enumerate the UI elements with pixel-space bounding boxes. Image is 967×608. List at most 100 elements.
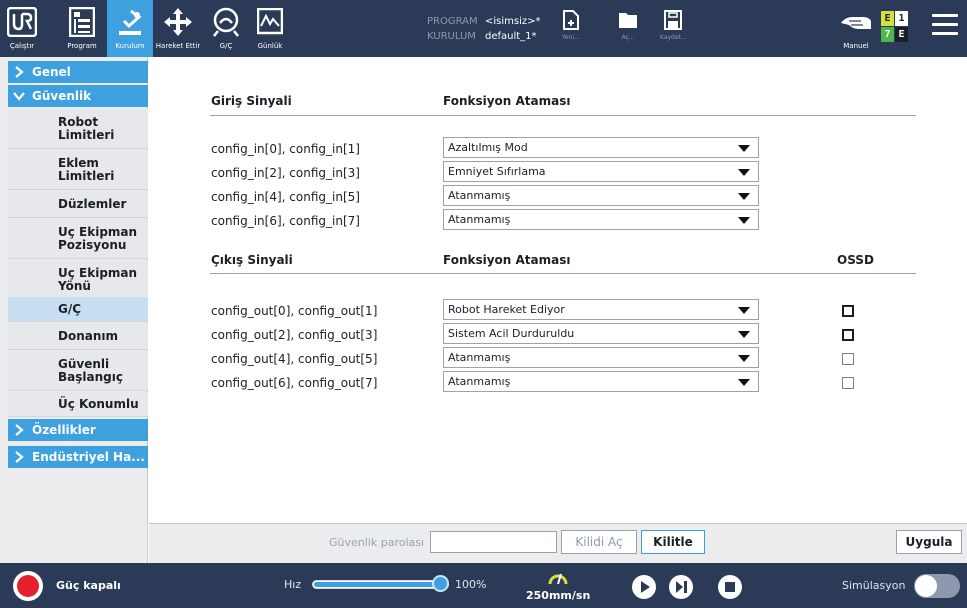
open-button[interactable]: Aç... — [618, 10, 638, 41]
sidebar-item-label: Güvenli Başlangıç — [58, 356, 123, 384]
sidebar-item-joint-limits[interactable]: Eklem Limitleri — [8, 150, 148, 190]
move-icon — [163, 6, 193, 38]
sidebar-item-label: Robot Limitleri — [58, 114, 115, 142]
ossd-header: OSSD — [837, 253, 874, 267]
installation-name: default_1* — [485, 31, 537, 42]
power-status: Güç kapalı — [56, 579, 121, 592]
stop-button[interactable] — [718, 575, 742, 599]
nav-move[interactable]: Hareket Ettir — [153, 0, 203, 57]
sidebar-safety-label: Güvenlik — [32, 89, 92, 103]
sidebar-item-safe-home[interactable]: Güvenli Başlangıç — [8, 351, 148, 391]
select-value: Azaltılmış Mod — [448, 141, 528, 154]
hamburger-menu-icon[interactable] — [932, 14, 958, 38]
sidebar-item-tool-position[interactable]: Uç Ekipman Pozisyonu — [8, 219, 148, 259]
input-function-select[interactable]: Atanmamış — [443, 185, 759, 206]
input-signal-label: config_in[0], config_in[1] — [211, 142, 360, 156]
sidebar-item-label: Üç Konumlu — [58, 396, 139, 411]
nav-log[interactable]: Günlük — [252, 0, 288, 57]
sidebar: Genel Güvenlik Robot Limitleri Eklem Lim… — [0, 57, 148, 563]
power-indicator-icon — [17, 575, 39, 597]
ossd-checkbox — [842, 377, 854, 389]
sidebar-industrial[interactable]: Endüstriyel Ha... — [8, 446, 148, 468]
step-icon — [676, 581, 687, 593]
input-signal-label: config_in[6], config_in[7] — [211, 214, 360, 228]
sidebar-item-tool-direction[interactable]: Uç Ekipman Yönü — [8, 260, 148, 300]
output-signal-header: Çıkış Sinyali — [211, 253, 293, 267]
play-button[interactable] — [632, 575, 656, 599]
open-folder-icon — [619, 13, 637, 28]
input-function-select[interactable]: Atanmamış — [443, 209, 759, 230]
select-value: Atanmamış — [448, 213, 511, 226]
sidebar-item-label: Düzlemler — [58, 196, 127, 211]
select-value: Robot Hareket Ediyor — [448, 303, 565, 316]
step-button[interactable] — [669, 575, 693, 599]
sidebar-features[interactable]: Özellikler — [8, 419, 148, 441]
ossd-checkbox — [842, 353, 854, 365]
lock-button[interactable]: Kilitle — [641, 530, 705, 554]
nav-io[interactable]: G/Ç — [208, 0, 244, 57]
unlock-button[interactable]: Kilidi Aç — [561, 530, 637, 554]
sidebar-item-robot-limits[interactable]: Robot Limitleri — [8, 109, 148, 149]
dropdown-arrow-icon — [738, 379, 750, 386]
speed-slider-handle[interactable] — [432, 575, 449, 592]
select-value: Atanmamış — [448, 375, 511, 388]
chevron-right-icon — [15, 424, 24, 436]
output-function-select[interactable]: Atanmamış — [443, 371, 759, 392]
output-signal-label: config_out[2], config_out[3] — [211, 328, 378, 342]
nav-run-label: Çalıştır — [9, 42, 35, 50]
stop-icon — [725, 582, 735, 592]
program-key: PROGRAM — [427, 16, 478, 27]
program-icon — [69, 6, 95, 38]
input-function-select[interactable]: Azaltılmış Mod — [443, 137, 759, 158]
nav-program[interactable]: Program — [60, 0, 104, 57]
save-icon — [664, 10, 683, 30]
sidebar-safety[interactable]: Güvenlik — [8, 85, 148, 107]
output-function-select[interactable]: Atanmamış — [443, 347, 759, 368]
input-function-select[interactable]: Emniyet Sıfırlama — [443, 161, 759, 182]
password-label: Güvenlik parolası — [329, 536, 425, 549]
open-label: Aç... — [621, 34, 635, 41]
input-signal-header: Giriş Sinyali — [211, 94, 292, 108]
password-input[interactable] — [430, 531, 557, 553]
output-function-select[interactable]: Sistem Acil Durduruldu — [443, 323, 759, 344]
input-signal-label: config_in[2], config_in[3] — [211, 166, 360, 180]
badge-bottom-left: 7 — [881, 27, 894, 42]
save-button[interactable]: Kaydet... — [660, 10, 687, 41]
play-icon — [641, 581, 650, 593]
apply-button[interactable]: Uygula — [896, 530, 962, 554]
output-function-select[interactable]: Robot Hareket Ediyor — [443, 299, 759, 320]
mode-label: Manuel — [843, 42, 869, 50]
simulation-label: Simülasyon — [842, 579, 906, 592]
input-signal-label: config_in[4], config_in[5] — [211, 190, 360, 204]
ossd-checkbox[interactable] — [842, 329, 854, 341]
sidebar-item-hardware[interactable]: Donanım — [8, 323, 148, 350]
top-bar: Çalıştır Program Kurulum Hareket Ettir G… — [0, 0, 967, 57]
speed-slider[interactable] — [312, 580, 449, 589]
power-button[interactable] — [13, 571, 43, 601]
sidebar-features-label: Özellikler — [32, 423, 96, 437]
status-badge: E 1 7 E — [881, 11, 909, 43]
sidebar-item-three-position[interactable]: Üç Konumlu — [8, 392, 148, 417]
badge-bottom-right: E — [895, 27, 908, 42]
hand-icon — [839, 6, 873, 38]
footer-bar: Güç kapalı Hız 100% 250mm/sn Simülasyon — [0, 563, 967, 608]
sidebar-general[interactable]: Genel — [8, 61, 148, 83]
dropdown-arrow-icon — [738, 355, 750, 362]
nav-installation[interactable]: Kurulum — [107, 0, 153, 57]
sidebar-item-label: Donanım — [58, 328, 119, 343]
sidebar-item-io[interactable]: G/Ç — [8, 297, 148, 322]
nav-installation-label: Kurulum — [115, 42, 145, 50]
nav-program-label: Program — [67, 42, 97, 50]
nav-io-label: G/Ç — [219, 42, 233, 50]
new-button[interactable]: Yeni... — [562, 10, 580, 41]
mode-button[interactable]: Manuel — [836, 0, 876, 57]
speedometer-icon — [548, 573, 568, 585]
chevron-down-icon — [13, 92, 25, 101]
ossd-checkbox[interactable] — [842, 305, 854, 317]
nav-run[interactable]: Çalıştır — [0, 0, 44, 57]
speed-label: Hız — [284, 578, 302, 591]
sidebar-item-planes[interactable]: Düzlemler — [8, 191, 148, 218]
simulation-toggle[interactable] — [914, 574, 960, 598]
select-value: Atanmamış — [448, 189, 511, 202]
program-info: PROGRAM <isimsiz>* KURULUM default_1* — [427, 14, 541, 44]
